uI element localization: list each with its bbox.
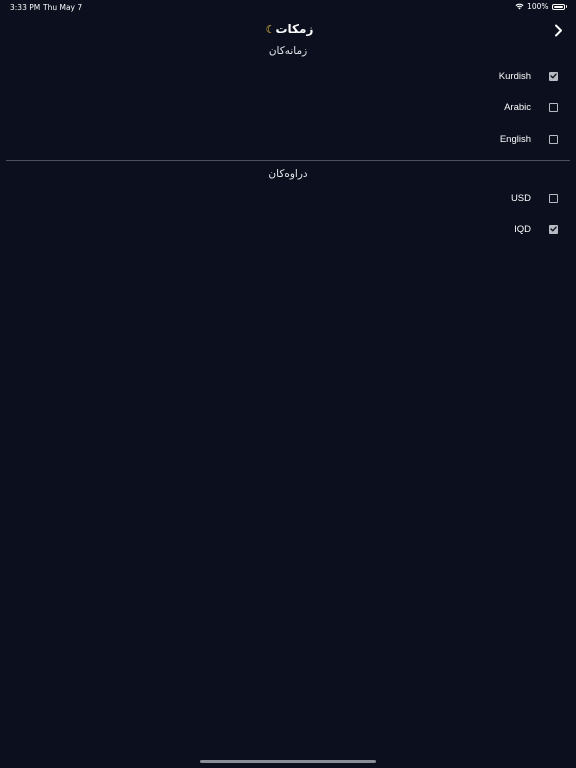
checkmark-icon xyxy=(550,226,557,232)
languages-section-header: زمانەکان xyxy=(268,45,308,57)
option-label: English xyxy=(499,133,531,145)
status-date: Thu May 7 xyxy=(43,3,83,12)
page-title-text: زمكات xyxy=(275,22,314,36)
section-divider xyxy=(6,160,570,161)
option-label: USD xyxy=(510,192,531,204)
wifi-icon xyxy=(515,3,524,10)
iqd-checkbox[interactable] xyxy=(549,224,558,234)
checkmark-icon xyxy=(550,73,557,79)
currency-option-iqd[interactable]: IQD xyxy=(514,222,558,236)
home-indicator[interactable] xyxy=(200,760,376,763)
english-checkbox[interactable] xyxy=(549,134,558,144)
battery-icon xyxy=(551,3,567,10)
chevron-right-icon xyxy=(554,24,562,36)
language-option-kurdish[interactable]: Kurdish xyxy=(499,69,558,83)
status-time: 3:33 PM xyxy=(10,3,41,12)
settings-screen: 3:33 PM Thu May 7 100% زمكات☾ زمانەکان K… xyxy=(0,0,576,768)
status-bar: 3:33 PM Thu May 7 100% xyxy=(0,0,576,14)
language-option-english[interactable]: English xyxy=(500,132,558,146)
status-indicators: 100% xyxy=(515,2,567,11)
option-label: Arabic xyxy=(504,101,531,113)
back-button[interactable] xyxy=(550,21,566,39)
currencies-section-header: دراوەکان xyxy=(268,168,308,180)
arabic-checkbox[interactable] xyxy=(549,102,558,112)
page-title: زمكات☾ xyxy=(0,22,576,36)
option-label: IQD xyxy=(514,223,531,235)
currency-option-usd[interactable]: USD xyxy=(511,191,558,205)
battery-fill xyxy=(553,5,563,8)
battery-percentage: 100% xyxy=(527,2,549,11)
language-option-arabic[interactable]: Arabic xyxy=(504,100,558,114)
usd-checkbox[interactable] xyxy=(549,193,558,203)
moon-icon: ☾ xyxy=(265,23,276,36)
option-label: Kurdish xyxy=(498,70,531,82)
kurdish-checkbox[interactable] xyxy=(549,71,558,81)
